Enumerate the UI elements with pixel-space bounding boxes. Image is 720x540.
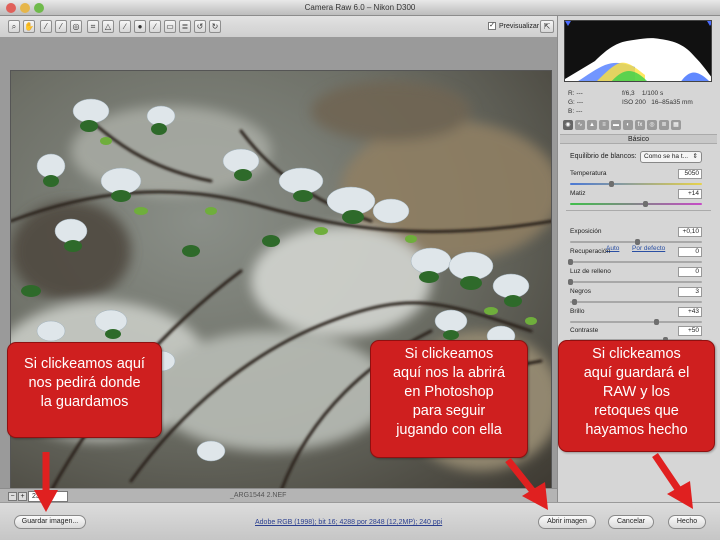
brightness-value[interactable]: +43 [678,307,702,317]
recovery-value[interactable]: 0 [678,247,702,257]
histogram [564,20,712,82]
callout-save: Si clickeamos aquí nos pedirá donde la g… [7,342,162,438]
minimize-window-button[interactable] [20,3,30,13]
white-balance-label: Equilibrio de blancos: [570,153,637,160]
fill-light-label: Luz de relleno [570,268,611,275]
callout-done: Si clickeamos aquí guardará el RAW y los… [558,340,715,452]
window-title: Camera Raw 6.0 – Nikon D300 [304,3,416,12]
callout-open: Si clickeamos aquí nos la abrirá en Phot… [370,340,528,458]
tab-split-toning-icon[interactable]: ▬ [611,120,621,130]
preview-label: Previsualizar [499,22,540,30]
tab-detail-icon[interactable]: ▲ [587,120,597,130]
save-image-button[interactable]: Guardar imagen... [14,515,86,529]
tab-camera-calibration-icon[interactable]: ◎ [647,120,657,130]
histogram-graph [565,21,711,81]
hand-icon[interactable]: ✋ [23,20,35,33]
rotate-left-icon[interactable]: ↺ [194,20,206,33]
fill-light-thumb[interactable] [568,279,573,285]
graduated-filter-icon[interactable]: ▭ [164,20,176,33]
tab-basic-icon[interactable]: ◉ [563,120,573,130]
recovery-slider[interactable] [568,259,702,265]
tint-slider[interactable] [570,201,702,207]
recovery-thumb[interactable] [568,259,573,265]
rotate-right-icon[interactable]: ↻ [209,20,221,33]
preview-checkbox[interactable]: ✓ [488,22,496,30]
shadow-clipping-icon [565,21,571,26]
fullscreen-icon[interactable]: ⇱ [540,20,554,33]
chevron-down-icon: ⇕ [692,153,698,160]
open-image-button[interactable]: Abrir imagen [538,515,596,529]
brightness-slider[interactable] [570,319,702,325]
fill-light-value[interactable]: 0 [678,267,702,277]
tab-hsl-icon[interactable]: ≡ [599,120,609,130]
contrast-label: Contraste [570,327,599,334]
iso: ISO 200 [622,99,646,106]
exposure-value[interactable]: +0,10 [678,227,702,237]
zoom-in-button[interactable]: + [18,492,27,501]
tint-thumb[interactable] [643,201,649,207]
zoom-icon[interactable]: ⌕ [8,20,20,33]
exposure-label: Exposición [570,228,602,235]
straighten-icon[interactable]: △ [102,20,114,33]
shutter-speed: 1/100 s [641,90,664,97]
exposure-slider[interactable] [570,239,702,245]
preferences-icon[interactable]: ≣ [179,20,191,33]
brightness-label: Brillo [570,308,585,315]
tab-effects-icon[interactable]: fx [635,120,645,130]
window-titlebar: Camera Raw 6.0 – Nikon D300 [0,0,720,16]
rgb-readout: R: --- G: --- B: --- [568,90,584,115]
aperture: f/6,3 [622,90,635,97]
tint-label: Matiz [570,190,586,197]
panel-tabs: ◉ ∿ ▲ ≡ ▬ ◐ fx ◎ ≣ ▦ [560,120,717,132]
blacks-label: Negros [570,288,591,295]
focal-length: 16–85a35 mm [651,99,693,106]
image-statusbar: − + 23,2% _ARG1544 2.NEF [0,488,557,502]
close-window-button[interactable] [6,3,16,13]
white-balance-select[interactable]: Como se ha t... ⇕ [640,151,702,163]
crop-icon[interactable]: ⌗ [87,20,99,33]
tab-snapshots-icon[interactable]: ▦ [671,120,681,130]
tab-tone-curve-icon[interactable]: ∿ [575,120,585,130]
temperature-thumb[interactable] [608,181,614,187]
red-eye-icon[interactable]: ● [134,20,146,33]
zoom-window-button[interactable] [34,3,44,13]
color-sampler-icon[interactable]: ⁄ [55,20,67,33]
temperature-value[interactable]: 5050 [678,169,702,179]
zoom-level-field[interactable]: 23,2% [28,491,68,502]
adjustment-brush-icon[interactable]: ∕ [149,20,161,33]
panel-divider [566,210,711,211]
tab-lens-icon[interactable]: ◐ [623,120,633,130]
cancel-button[interactable]: Cancelar [608,515,654,529]
workflow-options-link[interactable]: Adobe RGB (1998); bit 16; 4288 por 2848 … [255,519,442,526]
preview-toggle[interactable]: ✓ Previsualizar [488,22,539,30]
contrast-value[interactable]: +50 [678,326,702,336]
temperature-label: Temperatura [570,170,607,177]
highlight-clipping-icon [707,21,711,26]
target-adjust-icon[interactable]: ◎ [70,20,82,33]
temperature-slider[interactable] [570,181,702,187]
section-title: Básico [560,134,717,144]
default-link[interactable]: Por defecto [632,245,665,252]
blacks-slider[interactable] [570,299,702,305]
fill-light-slider[interactable] [568,279,702,285]
exif-readout: f/6,3 1/100 s ISO 200 16–85a35 mm [622,89,693,107]
tint-value[interactable]: +14 [678,189,702,199]
spot-removal-icon[interactable]: ∕ [119,20,131,33]
blacks-thumb[interactable] [571,299,577,305]
exposure-thumb[interactable] [635,239,641,245]
tab-presets-icon[interactable]: ≣ [659,120,669,130]
recovery-label: Recuperación [570,248,611,255]
done-button[interactable]: Hecho [668,515,706,529]
zoom-out-button[interactable]: − [8,492,17,501]
blacks-value[interactable]: 3 [678,287,702,297]
brightness-thumb[interactable] [653,319,659,325]
file-name: _ARG1544 2.NEF [230,492,287,499]
white-balance-icon[interactable]: ⁄ [40,20,52,33]
footer-bar: Guardar imagen... Adobe RGB (1998); bit … [0,502,720,540]
